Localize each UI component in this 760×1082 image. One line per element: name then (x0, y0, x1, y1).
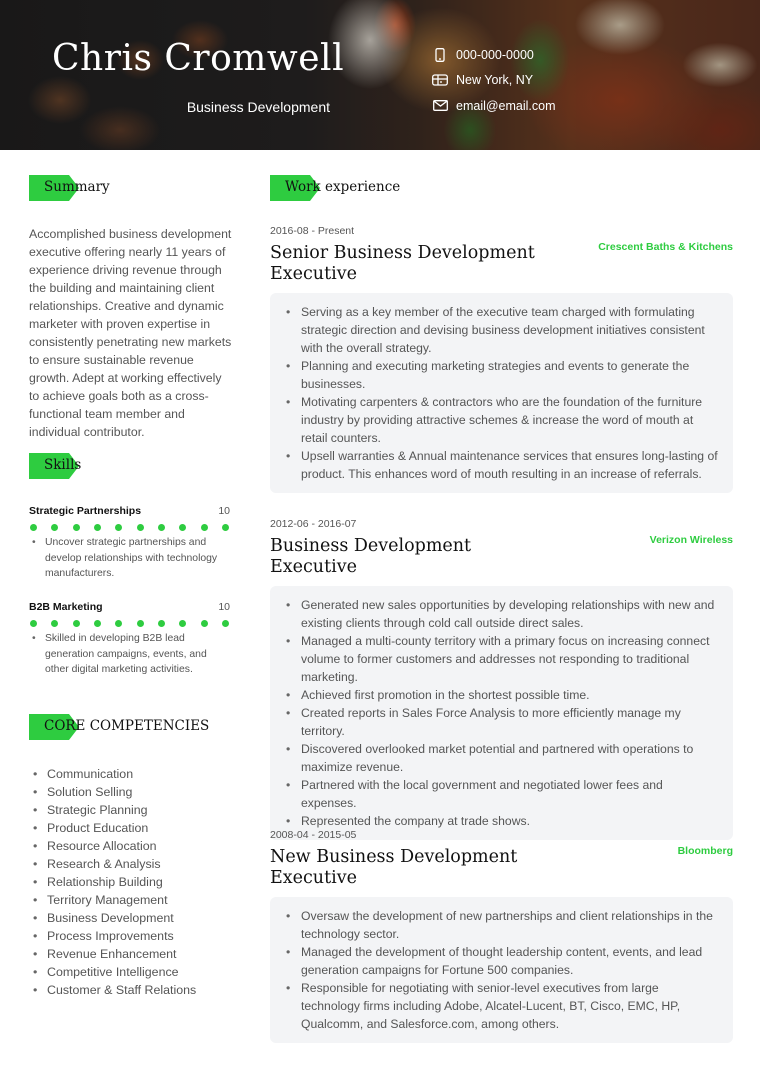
job-bullet: Upsell warranties & Annual maintenance s… (284, 447, 721, 483)
summary-text: Accomplished business development execut… (29, 227, 232, 439)
skill-rating-dot (221, 620, 229, 627)
job-bullet: Planning and executing marketing strateg… (284, 357, 721, 393)
competency-item: Competitive Intelligence (29, 963, 196, 981)
skill-rating-dot (93, 524, 101, 531)
job-description-box: Serving as a key member of the executive… (270, 293, 733, 493)
job-bullet: Motivating carpenters & contractors who … (284, 393, 721, 447)
contact-list: 000-000-0000 New York, NY email@email.co… (432, 42, 556, 119)
contact-email-value: email@email.com (456, 98, 556, 113)
candidate-role: Business Development (186, 99, 330, 115)
skill-rating-dot (72, 620, 80, 627)
job-bullet: Serving as a key member of the executive… (284, 303, 721, 357)
skill-rating-dot (200, 524, 208, 531)
contact-location: New York, NY (432, 68, 556, 94)
job-title: New Business Development Executive (270, 847, 518, 888)
job-bullet: Generated new sales opportunities by dev… (284, 596, 721, 632)
skill-rating-dots (29, 620, 230, 627)
job-company: Bloomberg (677, 845, 733, 857)
competencies-list: Communication Solution Selling Strategic… (29, 765, 196, 999)
skill-rating-dot (51, 620, 59, 627)
skill-bullet: Skilled in developing B2B lead generatio… (29, 631, 230, 678)
skill-level: 10 (218, 600, 230, 613)
job-company: Verizon Wireless (649, 534, 733, 546)
skill-rating-dot (221, 524, 229, 531)
contact-email: email@email.com (432, 93, 556, 119)
job-entry: 2012-06 - 2016-07 Business Development E… (270, 518, 733, 840)
job-description-box: Generated new sales opportunities by dev… (270, 586, 733, 840)
skill-level: 10 (218, 504, 230, 517)
competency-item: Research & Analysis (29, 855, 196, 873)
skill-rating-dot (157, 524, 165, 531)
resume-header: Chris Cromwell Business Development 000-… (0, 0, 760, 150)
skill-rating-dot (93, 620, 101, 627)
skills-heading-label: Skills (44, 457, 82, 473)
skill-rating-dot (157, 620, 165, 627)
competency-item: Revenue Enhancement (29, 945, 196, 963)
skill-bullets: Uncover strategic partnerships and devel… (29, 535, 230, 582)
job-entry: 2008-04 - 2015-05 New Business Developme… (270, 829, 733, 1043)
job-title: Business Development Executive (270, 536, 472, 577)
competency-item: Relationship Building (29, 873, 196, 891)
job-bullet: Oversaw the development of new partnersh… (284, 907, 721, 943)
job-title: Senior Business Development Executive (270, 243, 535, 284)
mailbox-icon (432, 72, 448, 88)
job-company: Crescent Baths & Kitchens (598, 241, 733, 253)
candidate-name: Chris Cromwell (52, 38, 345, 79)
skill-rating-dot (30, 620, 37, 627)
skill-rating-dot (136, 524, 144, 531)
skill-bullet: Uncover strategic partnerships and devel… (29, 535, 230, 582)
job-entry: 2016-08 - Present Senior Business Develo… (270, 225, 733, 493)
job-bullets: Oversaw the development of new partnersh… (284, 907, 721, 1033)
skill-name: B2B Marketing (29, 600, 103, 613)
job-bullet: Discovered overlooked market potential a… (284, 740, 721, 776)
competency-item: Communication (29, 765, 196, 783)
competency-item: Solution Selling (29, 783, 196, 801)
job-description-box: Oversaw the development of new partnersh… (270, 897, 733, 1043)
job-bullets: Generated new sales opportunities by dev… (284, 596, 721, 830)
job-bullet: Achieved first promotion in the shortest… (284, 686, 721, 704)
competencies-heading-label: CORE COMPETENCIES (44, 718, 210, 734)
skill-name: Strategic Partnerships (29, 504, 142, 517)
work-heading-label: Work experience (285, 179, 401, 195)
skill-rating-dot (115, 620, 123, 627)
skill-rating-dot (136, 620, 144, 627)
competency-item: Territory Management (29, 891, 196, 909)
skill-rating-dots (29, 524, 230, 531)
skill-item: Strategic Partnerships 10 Uncover strate… (29, 503, 230, 582)
job-bullet: Represented the company at trade shows. (284, 812, 721, 830)
skill-rating-dot (30, 524, 37, 531)
job-dates: 2016-08 - Present (270, 225, 355, 237)
job-bullet: Managed a multi-county territory with a … (284, 632, 721, 686)
skill-rating-dot (200, 620, 208, 627)
contact-phone: 000-000-0000 (432, 42, 556, 68)
skill-bullets: Skilled in developing B2B lead generatio… (29, 631, 230, 678)
skill-rating-dot (115, 524, 123, 531)
skill-rating-dot (179, 620, 187, 627)
competency-item: Strategic Planning (29, 801, 196, 819)
competency-item: Product Education (29, 819, 196, 837)
skill-rating-dot (51, 524, 59, 531)
job-bullet: Responsible for negotiating with senior-… (284, 979, 721, 1033)
skill-item: B2B Marketing 10 Skilled in developing B… (29, 599, 230, 678)
contact-phone-value: 000-000-0000 (456, 47, 534, 62)
contact-location-value: New York, NY (456, 73, 534, 88)
competency-item: Resource Allocation (29, 837, 196, 855)
skill-rating-dot (179, 524, 187, 531)
competency-item: Business Development (29, 909, 196, 927)
skill-rating-dot (72, 524, 80, 531)
job-dates: 2008-04 - 2015-05 (270, 829, 357, 841)
competency-item: Customer & Staff Relations (29, 981, 196, 999)
job-bullet: Partnered with the local government and … (284, 776, 721, 812)
phone-icon (432, 47, 448, 63)
job-dates: 2012-06 - 2016-07 (270, 518, 357, 530)
summary-heading-label: Summary (44, 179, 110, 195)
job-bullet: Managed the development of thought leade… (284, 943, 721, 979)
job-bullet: Created reports in Sales Force Analysis … (284, 704, 721, 740)
job-bullets: Serving as a key member of the executive… (284, 303, 721, 483)
competency-item: Process Improvements (29, 927, 196, 945)
envelope-icon (432, 98, 448, 114)
